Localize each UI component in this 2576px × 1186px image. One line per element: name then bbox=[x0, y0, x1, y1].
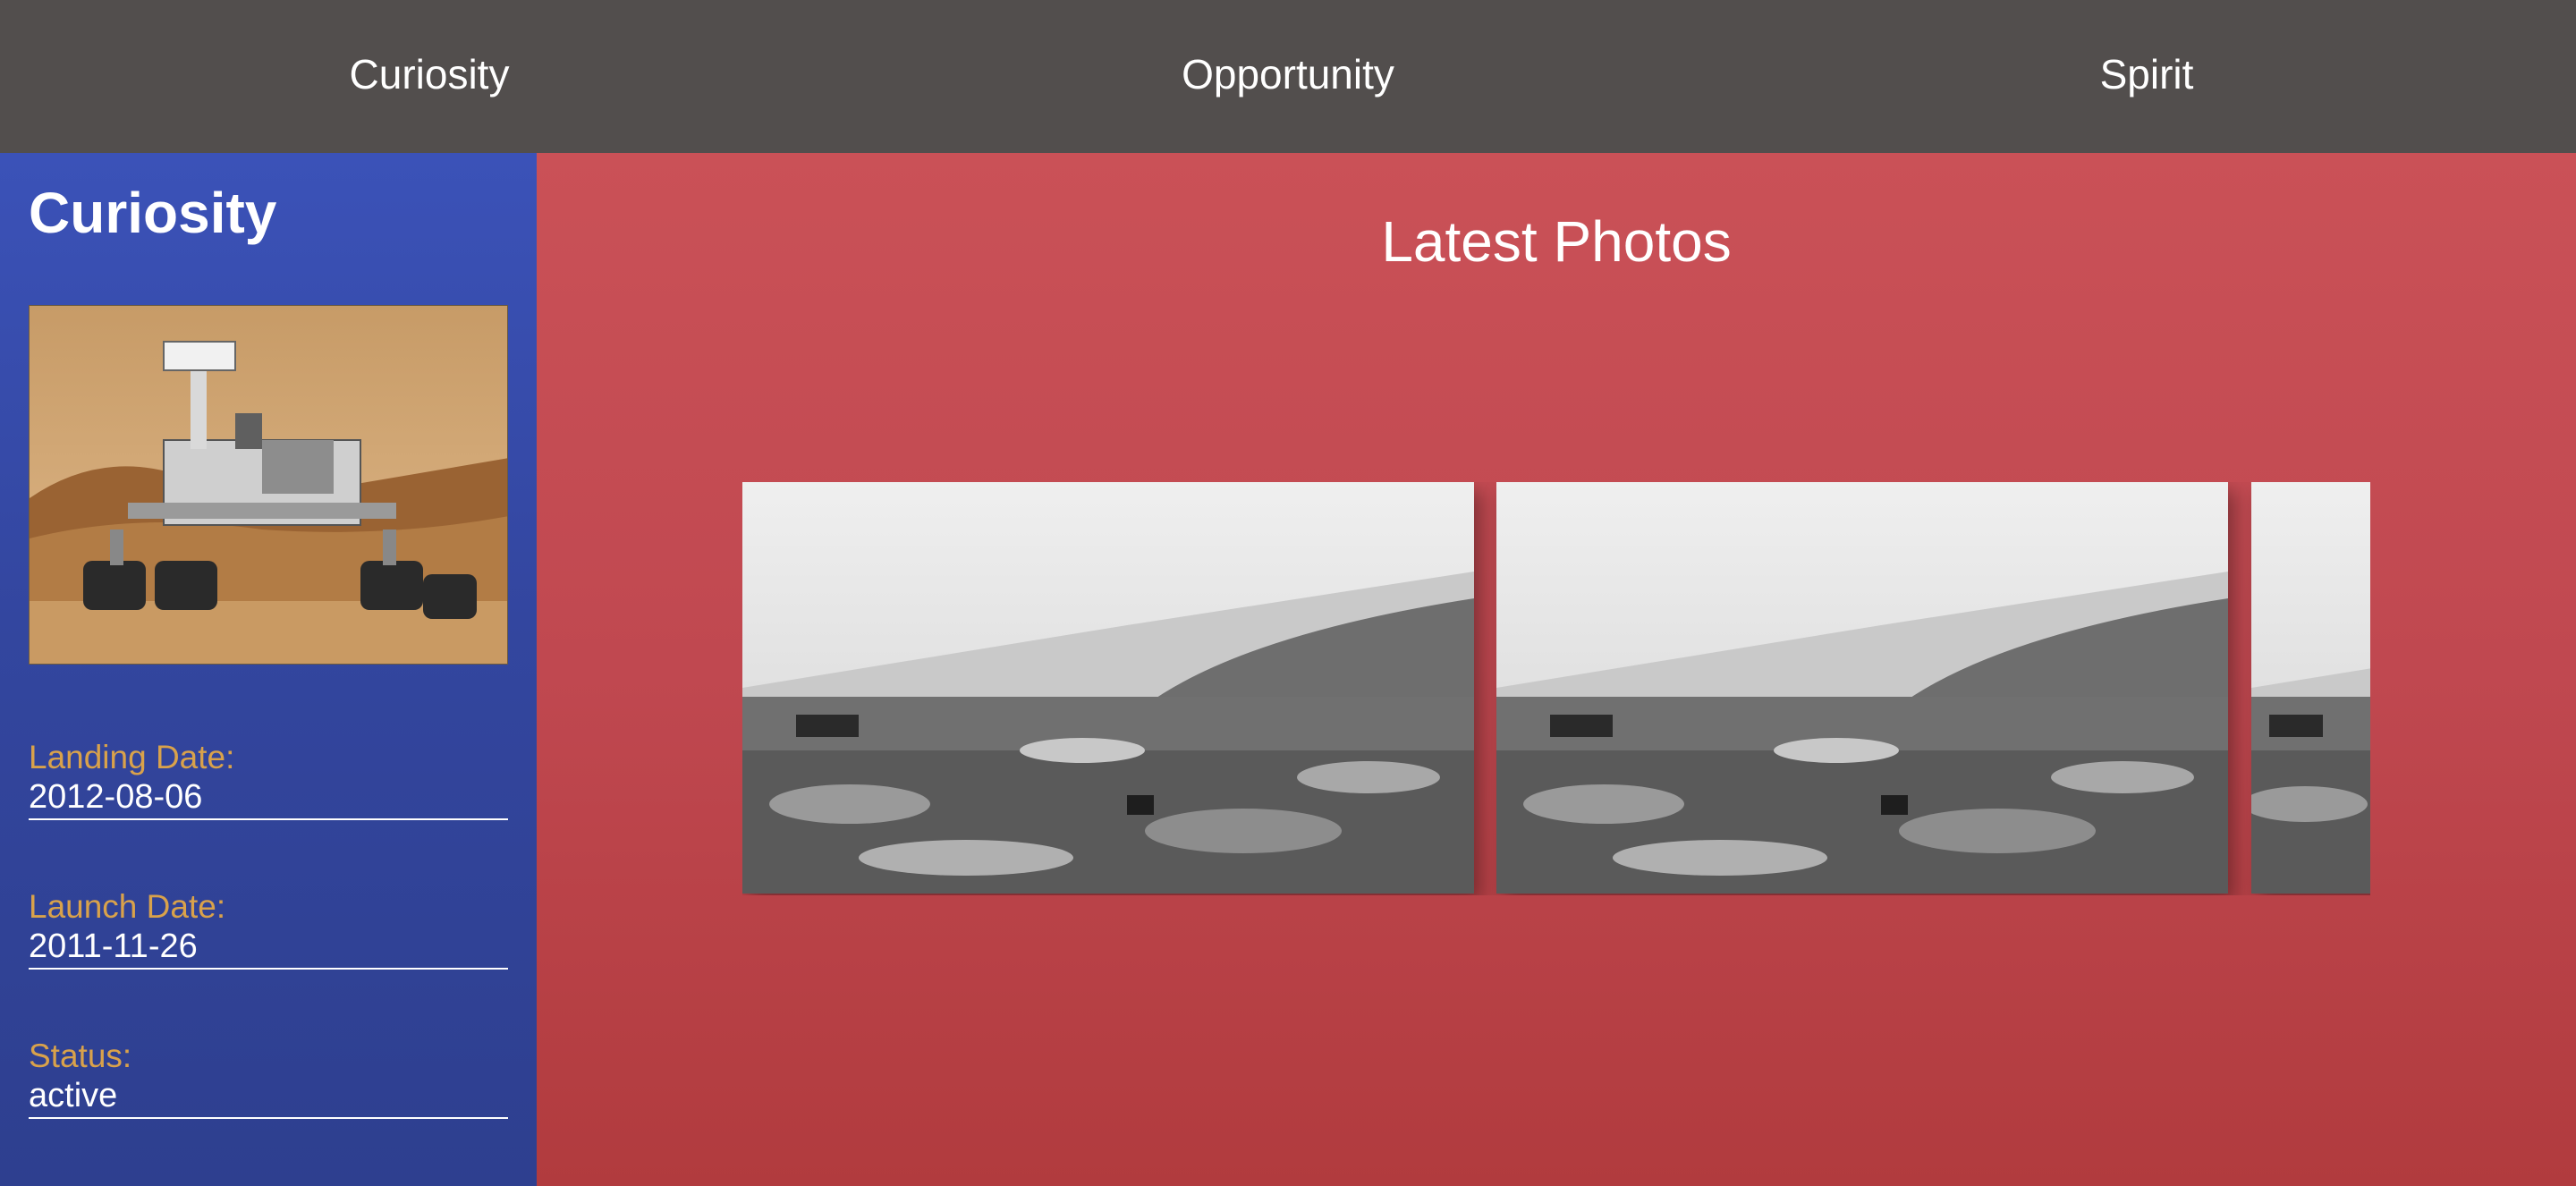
landing-date-field: Landing Date: 2012-08-06 bbox=[29, 738, 508, 820]
launch-date-label: Launch Date: bbox=[29, 888, 226, 925]
rover-image bbox=[29, 305, 508, 665]
mars-photo[interactable] bbox=[742, 482, 1474, 894]
rover-name-heading: Curiosity bbox=[29, 181, 277, 245]
status-value: active bbox=[29, 1076, 508, 1119]
mars-photo[interactable] bbox=[1496, 482, 2228, 894]
status-label: Status: bbox=[29, 1038, 132, 1074]
mars-photo[interactable] bbox=[2251, 482, 2370, 894]
launch-date-value: 2011-11-26 bbox=[29, 927, 508, 970]
photos-panel: Latest Photos bbox=[537, 153, 2576, 1186]
landing-date-value: 2012-08-06 bbox=[29, 777, 508, 820]
photo-carousel[interactable] bbox=[742, 482, 2370, 895]
launch-date-field: Launch Date: 2011-11-26 bbox=[29, 887, 508, 970]
top-nav: Curiosity Opportunity Spirit bbox=[0, 0, 2576, 153]
landing-date-label: Landing Date: bbox=[29, 739, 235, 775]
nav-item-curiosity[interactable]: Curiosity bbox=[0, 0, 859, 153]
status-field: Status: active bbox=[29, 1037, 508, 1119]
nav-item-spirit[interactable]: Spirit bbox=[1717, 0, 2576, 153]
rover-sidebar: Curiosity Landing Date: 2012-08-06 Launc… bbox=[0, 153, 537, 1186]
nav-item-opportunity[interactable]: Opportunity bbox=[859, 0, 1717, 153]
latest-photos-heading: Latest Photos bbox=[1381, 209, 1732, 274]
